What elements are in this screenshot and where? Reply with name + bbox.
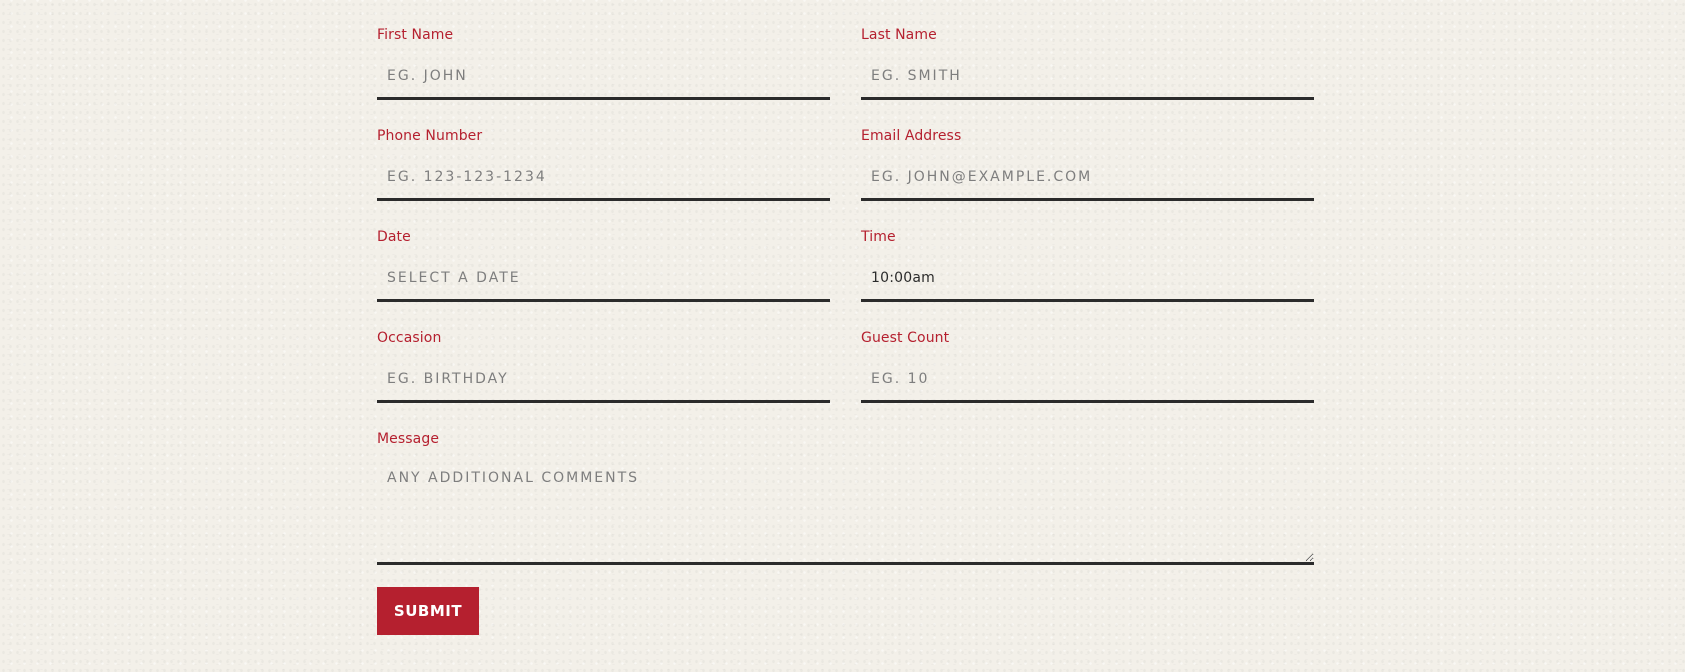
form-row-name: First Name Last Name — [377, 0, 1314, 101]
guest-count-input[interactable] — [861, 357, 1314, 403]
phone-input[interactable] — [377, 155, 830, 201]
occasion-input[interactable] — [377, 357, 830, 403]
occasion-field-group: Occasion — [377, 303, 830, 404]
time-input[interactable] — [861, 256, 1314, 302]
last-name-input[interactable] — [861, 54, 1314, 100]
first-name-field-group: First Name — [377, 0, 830, 101]
form-row-event: Occasion Guest Count — [377, 303, 1314, 404]
message-textarea[interactable] — [377, 458, 1314, 565]
first-name-label: First Name — [377, 27, 454, 43]
first-name-input[interactable] — [377, 54, 830, 100]
form-row-datetime: Date Time — [377, 202, 1314, 303]
phone-label: Phone Number — [377, 128, 483, 144]
reservation-form: First Name Last Name Phone Number Email … — [377, 0, 1314, 635]
last-name-label: Last Name — [861, 27, 937, 43]
message-label: Message — [377, 431, 440, 447]
email-label: Email Address — [861, 128, 962, 144]
time-label: Time — [861, 229, 896, 245]
guest-count-label: Guest Count — [861, 330, 950, 346]
submit-button[interactable]: SUBMIT — [377, 587, 479, 635]
email-input[interactable] — [861, 155, 1314, 201]
occasion-label: Occasion — [377, 330, 442, 346]
time-field-group: Time — [861, 202, 1314, 303]
email-field-group: Email Address — [861, 101, 1314, 202]
phone-field-group: Phone Number — [377, 101, 830, 202]
message-field-group: Message — [377, 404, 1314, 588]
date-input[interactable] — [377, 256, 830, 302]
last-name-field-group: Last Name — [861, 0, 1314, 101]
date-label: Date — [377, 229, 411, 245]
form-row-contact: Phone Number Email Address — [377, 101, 1314, 202]
guest-count-field-group: Guest Count — [861, 303, 1314, 404]
date-field-group: Date — [377, 202, 830, 303]
